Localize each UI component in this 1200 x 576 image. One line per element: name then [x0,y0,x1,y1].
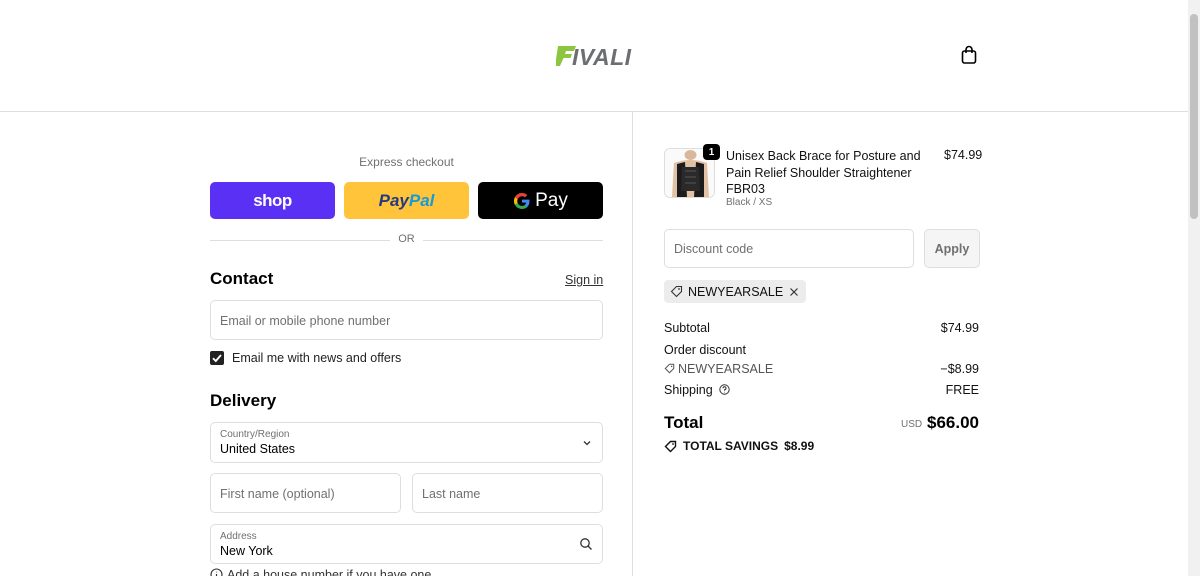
address-value: New York [220,544,273,558]
order-discount-label: Order discount [664,343,746,357]
discount-code-field[interactable]: Discount code [664,229,914,268]
sign-in-link[interactable]: Sign in [565,273,603,287]
address-hint: Add a house number if you have one [210,568,431,576]
close-icon [790,287,799,296]
shop-pay-button[interactable]: shop [210,182,335,219]
remove-discount-button[interactable] [788,286,800,298]
first-name-placeholder: First name (optional) [220,487,335,501]
express-checkout-label: Express checkout [359,155,454,169]
google-g-icon [514,192,530,209]
address-label: Address [220,531,257,542]
total-savings: TOTAL SAVINGS $8.99 [664,439,814,453]
search-icon [580,538,592,550]
help-icon[interactable] [719,384,730,395]
newsletter-label: Email me with news and offers [232,351,402,365]
quantity-badge: 1 [703,144,720,160]
address-field[interactable]: Address New York [210,524,603,564]
delivery-heading: Delivery [210,391,277,410]
order-discount-value: −$8.99 [940,362,979,376]
paypal-logo-part2: Pal [408,190,435,210]
subtotal-value: $74.99 [940,321,979,335]
last-name-placeholder: Last name [422,487,481,501]
discount-code-placeholder: Discount code [674,242,754,256]
total-label: Total [664,413,704,432]
tag-icon [664,363,675,374]
scrollbar-thumb[interactable] [1190,14,1198,219]
info-icon [210,568,223,576]
subtotal-label: Subtotal [664,321,710,335]
paypal-logo: PayPal [379,191,435,211]
google-pay-label: Pay [535,189,568,211]
first-name-field[interactable]: First name (optional) [210,473,401,513]
address-hint-text: Add a house number if you have one [227,568,432,576]
paypal-logo-part1: Pay [378,190,409,210]
checkout-header: IVALI [0,0,1188,112]
or-text: OR [398,233,415,245]
chevron-down-icon [583,441,591,446]
or-line-right [423,240,603,241]
email-placeholder: Email or mobile phone number [220,314,391,328]
country-select[interactable]: Country/Region United States [210,422,603,463]
shipping-value: FREE [945,383,979,397]
product-name: Unisex Back Brace for Posture and Pain R… [726,149,921,196]
total-value: $66.00 [927,413,979,432]
applied-discount-code: NEWYEARSALE [688,284,784,299]
product-price: $74.99 [944,148,983,162]
total-savings-value: $8.99 [784,439,815,453]
shop-pay-label: shop [253,190,292,210]
shipping-row: Shipping [664,383,730,397]
contact-heading: Contact [210,269,274,288]
fivali-logo[interactable]: IVALI [556,42,634,68]
checkmark-icon [212,354,222,363]
applied-discount-tag: NEWYEARSALE [664,280,807,303]
svg-text:IVALI: IVALI [572,44,632,68]
order-summary: 1 Unisex Back Brace for Posture and Pain… [632,112,1188,576]
page-scrollbar[interactable] [1188,0,1200,576]
total-currency: USD [901,419,923,430]
order-discount-code-text: NEWYEARSALE [678,362,774,376]
tag-icon [670,285,683,298]
product-variant: Black / XS [726,197,773,208]
google-pay-button[interactable]: Pay [478,182,603,219]
country-value: United States [220,442,296,456]
newsletter-checkbox[interactable] [210,351,224,365]
paypal-button[interactable]: PayPal [344,182,469,219]
last-name-field[interactable]: Last name [412,473,603,513]
bag-icon [961,45,977,64]
or-divider: OR [210,233,603,247]
total-savings-label: TOTAL SAVINGS [683,439,779,453]
order-discount-code: NEWYEARSALE [664,362,773,376]
checkout-form-column: Express checkout shop PayPal Pay OR Cont… [0,112,632,576]
country-label: Country/Region [220,429,290,440]
cart-button[interactable] [958,44,980,66]
email-field[interactable]: Email or mobile phone number [210,300,603,340]
tag-icon [664,440,677,452]
apply-discount-button[interactable]: Apply [924,229,980,268]
shipping-label: Shipping [664,383,713,397]
